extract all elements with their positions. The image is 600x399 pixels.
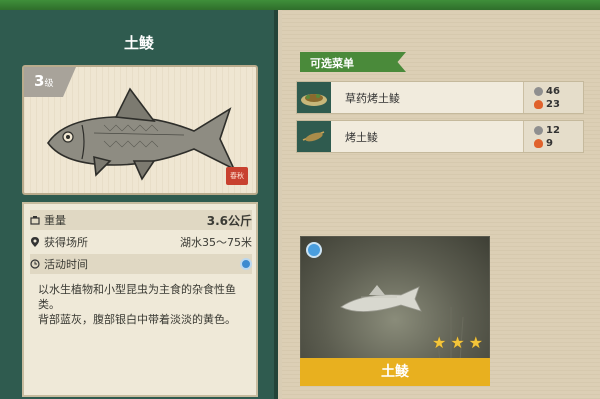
menu-item-stats: 12 9 [523, 121, 583, 152]
clock-icon [30, 259, 40, 269]
menu-panel: 可选菜单 草药烤土鲮 46 23 烤土鲮 12 9 ★ ★ ★ 土鲮 [282, 10, 600, 399]
fish-detail-panel: 土鲮 3级 春秋 重量 3.6公斤 获得场所 湖水35～75米 活动时间 以水生… [0, 10, 278, 399]
fish-illustration-card: 3级 春秋 [22, 65, 258, 195]
stat-value: 23 [546, 98, 560, 110]
fish-title: 土鲮 [123, 34, 154, 52]
star-icon: ★ [431, 333, 447, 352]
dish-icon [302, 130, 325, 141]
location-pin-icon [31, 237, 39, 247]
top-banner [0, 0, 600, 10]
menu-item-name: 烤土鲮 [345, 130, 378, 144]
weight-icon [30, 216, 40, 225]
time-row: 活动时间 [30, 254, 252, 274]
menu-item-name: 草药烤土鲮 [345, 91, 400, 105]
weight-row: 重量 3.6公斤 [30, 210, 252, 230]
star-icon: ★ [468, 333, 483, 352]
coin-icon [534, 125, 543, 135]
fire-icon [534, 99, 543, 109]
menu-item-grilled[interactable]: 烤土鲮 12 9 [296, 120, 584, 153]
fish-description: 以水生植物和小型昆虫为主食的杂食性鱼类。 背部蓝灰，腹部银白中带着淡淡的黄色。 [38, 283, 236, 326]
star-icon: ★ [450, 333, 465, 352]
menu-item-herb-grilled[interactable]: 草药烤土鲮 46 23 [296, 81, 584, 114]
dish-thumbnail [297, 121, 331, 152]
stat-value: 9 [546, 137, 553, 149]
fire-icon [534, 138, 543, 148]
weight-value: 3.6公斤 [206, 213, 252, 228]
location-value: 湖水35～75米 [180, 236, 252, 249]
fish-photo-icon [340, 285, 464, 375]
menu-item-stats: 46 23 [523, 82, 583, 113]
dish-thumbnail [297, 82, 331, 113]
seal-stamp-icon: 春秋 [226, 167, 248, 185]
weight-label: 重量 [44, 214, 66, 227]
photo-label: 土鲮 [300, 358, 490, 386]
menu-title: 可选菜单 [300, 52, 406, 72]
fish-info-box: 重量 3.6公斤 获得场所 湖水35～75米 活动时间 以水生植物和小型昆虫为主… [22, 202, 258, 397]
sun-time-icon[interactable] [240, 258, 252, 270]
star-rating: ★ ★ ★ [432, 333, 483, 352]
fish-drawing-icon [47, 87, 236, 181]
fish-photo-card[interactable]: ★ ★ ★ [300, 236, 490, 376]
coin-icon [534, 86, 543, 96]
time-label: 活动时间 [44, 258, 88, 271]
dish-icon [301, 93, 327, 106]
stat-value: 46 [546, 85, 560, 97]
location-label: 获得场所 [44, 236, 88, 249]
stat-value: 12 [546, 124, 560, 136]
location-row: 获得场所 湖水35～75米 [30, 232, 252, 252]
